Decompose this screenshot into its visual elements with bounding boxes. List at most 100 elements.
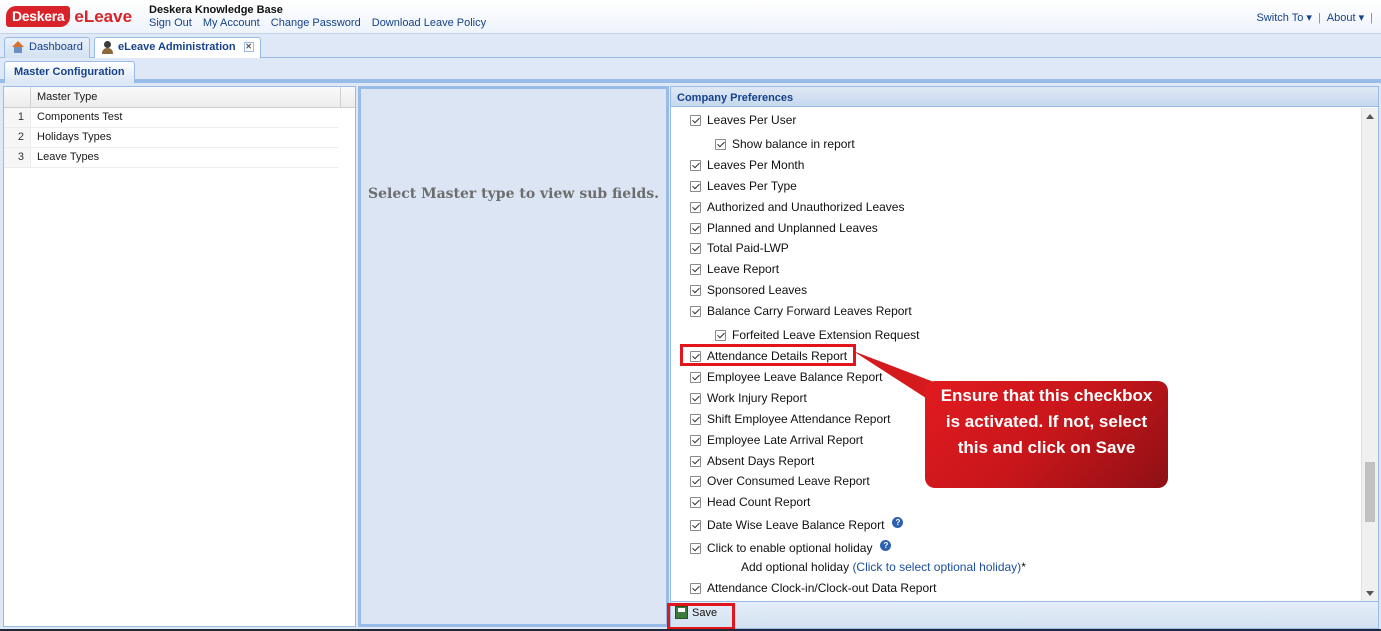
about-label: About — [1326, 12, 1356, 24]
scroll-thumb[interactable] — [1365, 462, 1375, 522]
checkbox-checked[interactable] — [715, 329, 726, 341]
required-marker: * — [1021, 560, 1026, 574]
sub-fields-panel: Select Master type to view sub fields. — [358, 86, 669, 627]
help-icon[interactable]: ? — [892, 516, 904, 528]
header-right-menu: Switch To ▾ | About ▾ | — [1256, 11, 1373, 25]
checkbox-checked[interactable] — [690, 582, 701, 594]
attendance-details-highlight — [680, 344, 856, 366]
pref-label: Head Count Report — [707, 495, 811, 509]
table-row[interactable]: 3 Leave Types — [4, 148, 338, 168]
brand-title: Deskera Knowledge Base — [149, 4, 283, 16]
checkbox-checked[interactable] — [690, 519, 701, 531]
pref-head-count-report[interactable]: Head Count Report — [690, 495, 810, 509]
checkbox-checked[interactable] — [690, 371, 701, 383]
checkbox-checked[interactable] — [690, 413, 701, 425]
pref-total-paid-lwp[interactable]: Total Paid-LWP — [690, 241, 789, 255]
checkbox-checked[interactable] — [690, 114, 701, 126]
master-type-cell: Leave Types — [37, 151, 100, 163]
home-icon — [11, 41, 25, 53]
menu-separator: | — [1317, 11, 1321, 24]
company-preferences-panel: Company Preferences Leaves Per User Show… — [670, 86, 1379, 629]
pref-leave-report[interactable]: Leave Report — [690, 262, 779, 276]
pref-show-balance-in-report[interactable]: Show balance in report — [715, 137, 855, 151]
tab-master-configuration[interactable]: Master Configuration — [4, 61, 135, 83]
checkbox-checked[interactable] — [690, 222, 701, 234]
scroll-down-icon[interactable] — [1366, 591, 1374, 596]
tab-dashboard[interactable]: Dashboard — [4, 37, 90, 58]
my-account-link[interactable]: My Account — [203, 17, 260, 29]
pref-over-consumed-leave-report[interactable]: Over Consumed Leave Report — [690, 474, 870, 488]
change-password-link[interactable]: Change Password — [271, 17, 361, 29]
select-master-type-message: Select Master type to view sub fields. — [368, 186, 659, 202]
pref-attendance-clock-in-out-report[interactable]: Attendance Clock-in/Clock-out Data Repor… — [690, 581, 936, 595]
tab-eleave-administration[interactable]: eLeave Administration ✕ — [94, 37, 261, 58]
pref-leaves-per-user[interactable]: Leaves Per User — [690, 113, 796, 127]
pref-enable-optional-holiday[interactable]: Click to enable optional holiday? — [690, 539, 892, 555]
table-row[interactable]: 1 Components Test — [4, 108, 338, 128]
table-row[interactable]: 2 Holidays Types — [4, 128, 338, 148]
checkbox-checked[interactable] — [690, 159, 701, 171]
pref-label: Leaves Per Type — [707, 179, 797, 193]
checkbox-checked[interactable] — [690, 201, 701, 213]
pref-leaves-per-month[interactable]: Leaves Per Month — [690, 158, 804, 172]
master-type-column-header[interactable]: Master Type — [31, 87, 341, 107]
pref-forfeited-leave-extension-request[interactable]: Forfeited Leave Extension Request — [715, 328, 919, 342]
checkbox-checked[interactable] — [690, 305, 701, 317]
master-type-cell: Holidays Types — [37, 131, 112, 143]
menu-separator: | — [1370, 11, 1373, 24]
help-icon[interactable]: ? — [880, 539, 892, 551]
sign-out-link[interactable]: Sign Out — [149, 17, 192, 29]
pref-employee-leave-balance-report[interactable]: Employee Leave Balance Report — [690, 370, 882, 384]
checkbox-checked[interactable] — [690, 475, 701, 487]
tab-dashboard-label: Dashboard — [29, 41, 83, 53]
app-logo[interactable]: Deskera eLeave — [6, 6, 132, 27]
pref-label: Click to enable optional holiday — [707, 541, 873, 555]
close-icon[interactable]: ✕ — [243, 42, 254, 52]
master-type-cell: Components Test — [37, 111, 123, 123]
checkbox-checked[interactable] — [690, 542, 701, 554]
checkbox-checked[interactable] — [690, 455, 701, 467]
pref-date-wise-leave-balance-report[interactable]: Date Wise Leave Balance Report? — [690, 516, 904, 532]
checkbox-checked[interactable] — [690, 392, 701, 404]
pref-absent-days-report[interactable]: Absent Days Report — [690, 454, 814, 468]
about-menu[interactable]: About ▾ — [1327, 11, 1364, 24]
row-number: 1 — [4, 108, 31, 127]
pref-label: Shift Employee Attendance Report — [707, 412, 891, 426]
pref-balance-carry-forward-report[interactable]: Balance Carry Forward Leaves Report — [690, 304, 912, 318]
scroll-up-icon[interactable] — [1366, 114, 1374, 119]
checkbox-checked[interactable] — [690, 284, 701, 296]
row-number: 3 — [4, 148, 31, 167]
preferences-scrollbar[interactable] — [1361, 108, 1378, 602]
instruction-callout: Ensure that this checkbox is activated. … — [925, 381, 1168, 488]
switch-to-menu[interactable]: Switch To ▾ — [1256, 11, 1311, 24]
deskera-logo-badge: Deskera — [6, 6, 71, 27]
pref-employee-late-arrival-report[interactable]: Employee Late Arrival Report — [690, 433, 863, 447]
checkbox-checked[interactable] — [690, 263, 701, 275]
master-type-panel: Master Type 1 Components Test 2 Holidays… — [3, 86, 356, 627]
pref-shift-employee-attendance-report[interactable]: Shift Employee Attendance Report — [690, 412, 890, 426]
pref-label: Date Wise Leave Balance Report — [707, 518, 885, 532]
preferences-footer: Save — [671, 601, 1378, 628]
checkbox-checked[interactable] — [690, 180, 701, 192]
checkbox-checked[interactable] — [690, 496, 701, 508]
pref-label: Authorized and Unauthorized Leaves — [707, 200, 905, 214]
add-optional-holiday-row: Add optional holiday (Click to select op… — [741, 560, 1026, 574]
pref-sponsored-leaves[interactable]: Sponsored Leaves — [690, 283, 807, 297]
checkbox-checked[interactable] — [690, 434, 701, 446]
checkbox-checked[interactable] — [690, 242, 701, 254]
download-leave-policy-link[interactable]: Download Leave Policy — [372, 17, 486, 29]
select-optional-holiday-link[interactable]: (Click to select optional holiday) — [852, 560, 1021, 574]
pref-authorized-unauthorized-leaves[interactable]: Authorized and Unauthorized Leaves — [690, 200, 904, 214]
pref-label: Work Injury Report — [707, 391, 807, 405]
pref-label: Planned and Unplanned Leaves — [707, 221, 878, 235]
switch-to-label: Switch To — [1256, 12, 1304, 24]
save-highlight — [667, 603, 735, 630]
pref-work-injury-report[interactable]: Work Injury Report — [690, 391, 807, 405]
row-number-header — [4, 87, 31, 107]
pref-planned-unplanned-leaves[interactable]: Planned and Unplanned Leaves — [690, 221, 878, 235]
pref-label: Employee Late Arrival Report — [707, 433, 864, 447]
pref-leaves-per-type[interactable]: Leaves Per Type — [690, 179, 797, 193]
pref-label: Sponsored Leaves — [707, 283, 808, 297]
pref-label: Show balance in report — [732, 137, 855, 151]
checkbox-checked[interactable] — [715, 138, 726, 150]
